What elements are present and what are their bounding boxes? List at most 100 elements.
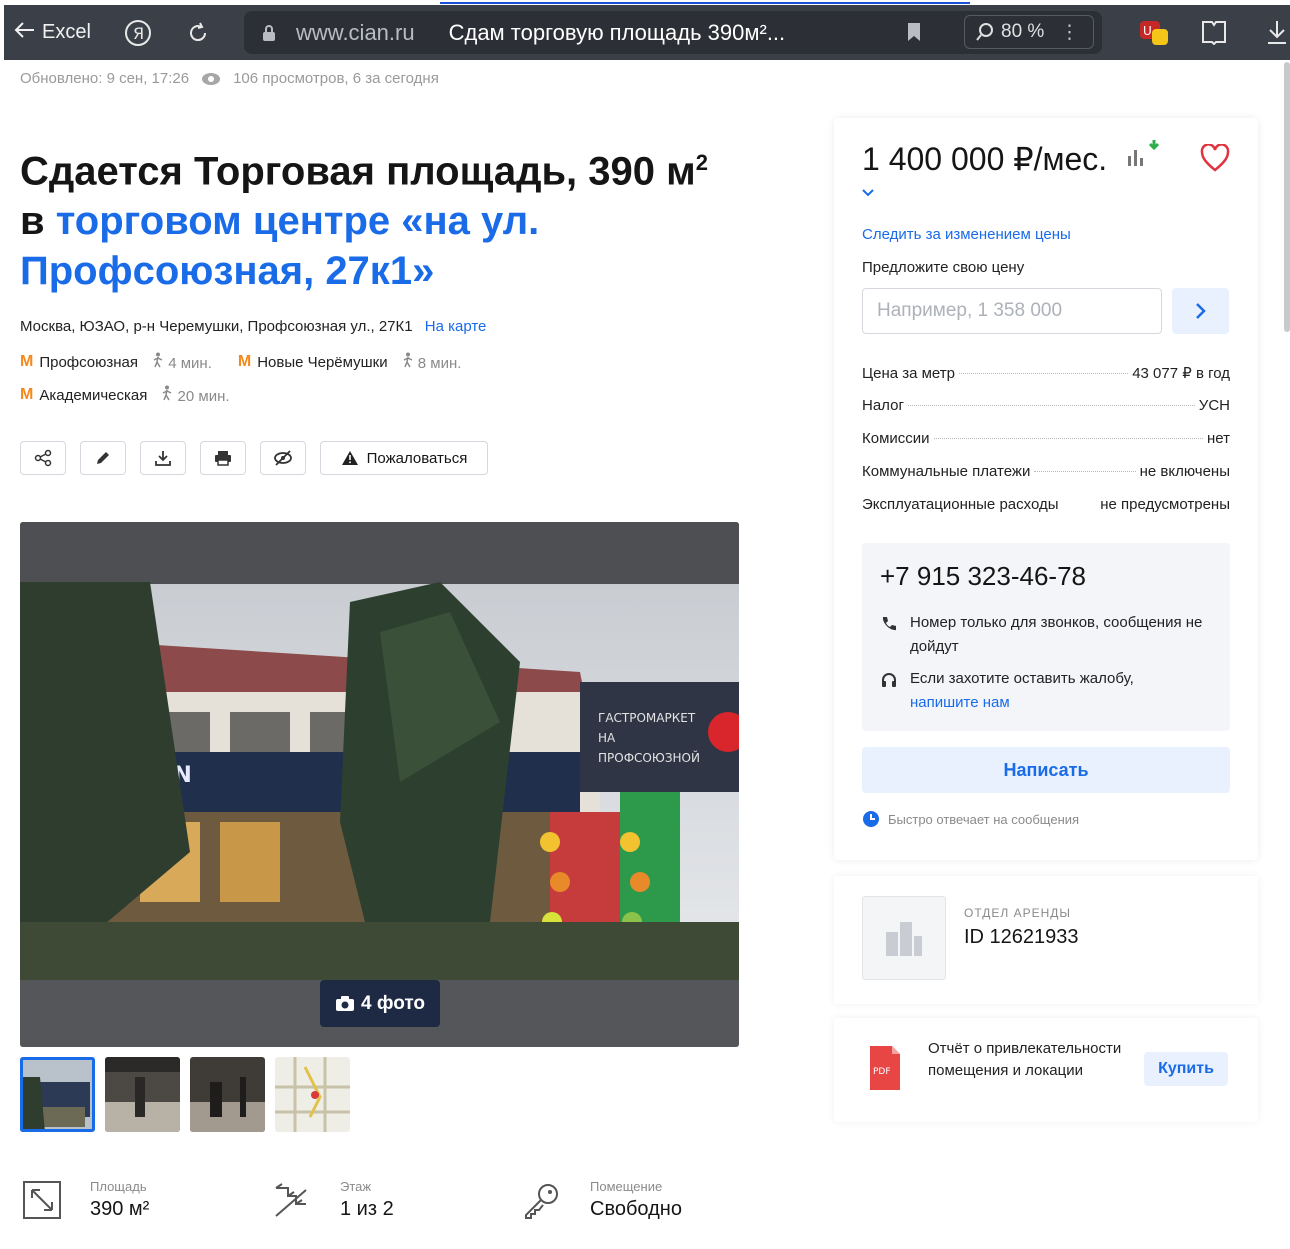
- bookmark-icon[interactable]: [906, 22, 922, 47]
- fact-premises: Помещение Свободно: [520, 1178, 682, 1222]
- walk-time: 4 мин.: [152, 352, 212, 372]
- yandex-button[interactable]: Я: [121, 16, 155, 50]
- photo-thumbnails: [20, 1057, 350, 1132]
- pencil-icon: [97, 452, 109, 464]
- walking-person-icon: [163, 385, 172, 401]
- fact-label: Площадь: [90, 1179, 147, 1194]
- chevron-down-icon[interactable]: [862, 186, 874, 200]
- price-history-icon[interactable]: [1126, 138, 1162, 173]
- price-terms: Цена за метр 43 077 ₽ в год Налог УСН Коми…: [862, 364, 1230, 529]
- headset-icon: [882, 673, 896, 687]
- walk-time-value: 4 мин.: [168, 355, 212, 372]
- fact-value: Свободно: [590, 1198, 682, 1220]
- thumbnail[interactable]: [275, 1057, 350, 1132]
- photo-count-button[interactable]: 4 фото: [320, 980, 440, 1027]
- metro-station[interactable]: Академическая: [39, 387, 147, 404]
- print-button[interactable]: [200, 441, 246, 475]
- browser-toolbar: Excel Я www.cian.ru Сдам торговую площад…: [4, 5, 1290, 60]
- svg-text:U: U: [1143, 24, 1152, 38]
- thumbnail[interactable]: [20, 1057, 95, 1132]
- term-key: Цена за метр: [862, 365, 955, 382]
- fact-floor: Этаж 1 из 2: [270, 1178, 510, 1222]
- updated-date: Обновлено: 9 сен, 17:26: [20, 70, 190, 87]
- views-count: 106 просмотров, 6 за сегодня: [233, 70, 439, 87]
- zoom-control[interactable]: 80 % ⋮: [964, 15, 1094, 49]
- phone-number[interactable]: +7 915 323-46-78: [880, 561, 1086, 592]
- term-row: Цена за метр 43 077 ₽ в год: [862, 364, 1230, 397]
- thumbnail[interactable]: [190, 1057, 265, 1132]
- shopping-center-link[interactable]: торговом центре «на ул. Профсоюзная, 27к…: [20, 199, 539, 293]
- clock-icon: [863, 811, 879, 827]
- share-button[interactable]: [20, 441, 66, 475]
- eye-crossed-icon: [274, 450, 292, 466]
- offer-submit-button[interactable]: [1172, 288, 1229, 334]
- reload-button[interactable]: [181, 16, 215, 50]
- metro-station[interactable]: Профсоюзная: [39, 354, 138, 371]
- yandex-icon: Я: [124, 19, 151, 46]
- offer-price-input[interactable]: [862, 288, 1162, 334]
- buy-report-button[interactable]: Купить: [1144, 1052, 1228, 1086]
- arrow-left-icon: [14, 21, 36, 45]
- term-dots: [933, 438, 1203, 439]
- address-bar[interactable]: www.cian.ru Сдам торговую площадь 390м².…: [244, 11, 1102, 54]
- svg-text:Я: Я: [133, 24, 144, 43]
- svg-text:ГАСТРОМАРКЕТ: ГАСТРОМАРКЕТ: [598, 711, 696, 725]
- thumbnail[interactable]: [105, 1057, 180, 1132]
- price: 1 400 000 ₽/мес.: [862, 141, 1108, 177]
- walk-time: 20 мин.: [161, 385, 230, 405]
- term-row: Комиссии нет: [862, 430, 1230, 463]
- stairs-icon: [270, 1178, 314, 1222]
- term-row: Эксплуатационные расходы не предусмотрены: [862, 496, 1230, 529]
- metro-row-2: M Академическая 20 мин.: [20, 385, 256, 405]
- fact-value: 390 м²: [90, 1198, 150, 1220]
- complaint-note: Если захотите оставить жалобу, напишите н…: [880, 667, 1220, 715]
- edit-note-button[interactable]: [80, 441, 126, 475]
- building-placeholder-icon: [886, 922, 922, 956]
- walk-time-value: 8 мин.: [417, 355, 462, 372]
- metro-row-1: M Профсоюзная 4 мин. M Новые Черёмушки 8…: [20, 352, 487, 372]
- extension-icon[interactable]: U: [1138, 17, 1170, 47]
- main-photo[interactable]: OZON ГАСТРОМАРКЕТ НА ПРОФСОЮЗНОЙ: [20, 522, 739, 1047]
- agent-logo[interactable]: [862, 896, 946, 980]
- address: Москва, ЮЗАО, р-н Черемушки, Профсоюзная…: [20, 318, 486, 335]
- follow-price-link[interactable]: Следить за изменением цены: [862, 226, 1071, 243]
- printer-icon: [215, 451, 231, 466]
- write-message-button[interactable]: Написать: [862, 747, 1230, 793]
- area-icon: [20, 1178, 64, 1222]
- title-main: Сдается Торговая площадь, 390 м: [20, 149, 696, 194]
- term-row: Налог УСН: [862, 397, 1230, 430]
- download-button[interactable]: [140, 441, 186, 475]
- fact-value: 1 из 2: [340, 1198, 394, 1220]
- term-key: Налог: [862, 397, 904, 414]
- warning-icon: [341, 451, 358, 465]
- term-value: не предусмотрены: [1100, 496, 1230, 513]
- hide-button[interactable]: [260, 441, 306, 475]
- eye-icon: [202, 72, 221, 85]
- metro-icon: M: [20, 386, 34, 403]
- favorite-heart-icon[interactable]: [1200, 143, 1230, 177]
- contact-box: +7 915 323-46-78 Номер только для звонко…: [862, 543, 1230, 731]
- metro-icon: M: [20, 353, 34, 370]
- svg-text:НА: НА: [598, 731, 616, 745]
- reading-list-icon[interactable]: [1200, 19, 1228, 50]
- page-scrollbar[interactable]: [1284, 62, 1290, 332]
- listing-meta: Обновлено: 9 сен, 17:26 106 просмотров, …: [20, 70, 439, 87]
- more-dots-icon[interactable]: ⋮: [1060, 21, 1079, 44]
- back-button[interactable]: Excel: [14, 21, 91, 45]
- reload-icon: [189, 22, 206, 41]
- fact-label: Помещение: [590, 1179, 663, 1194]
- complain-button[interactable]: Пожаловаться: [320, 441, 488, 475]
- calls-only-text: Номер только для звонков, сообщения не д…: [910, 614, 1203, 655]
- agent-id[interactable]: ID 12621933: [964, 926, 1079, 949]
- page-title: Сдается Торговая площадь, 390 м2 в торго…: [20, 138, 780, 296]
- map-link[interactable]: На карте: [425, 318, 487, 335]
- write-to-us-link[interactable]: напишите нам: [910, 694, 1010, 711]
- agent-department: ОТДЕЛ АРЕНДЫ: [964, 906, 1072, 920]
- metro-station[interactable]: Новые Черёмушки: [257, 354, 387, 371]
- walking-person-icon: [153, 352, 163, 368]
- download-icon[interactable]: [1266, 19, 1288, 50]
- calls-only-note: Номер только для звонков, сообщения не д…: [880, 611, 1220, 659]
- term-value: 43 077 ₽ в год: [1132, 365, 1230, 382]
- page-top-link-underline: [440, 0, 970, 4]
- pdf-label: PDF: [873, 1067, 891, 1077]
